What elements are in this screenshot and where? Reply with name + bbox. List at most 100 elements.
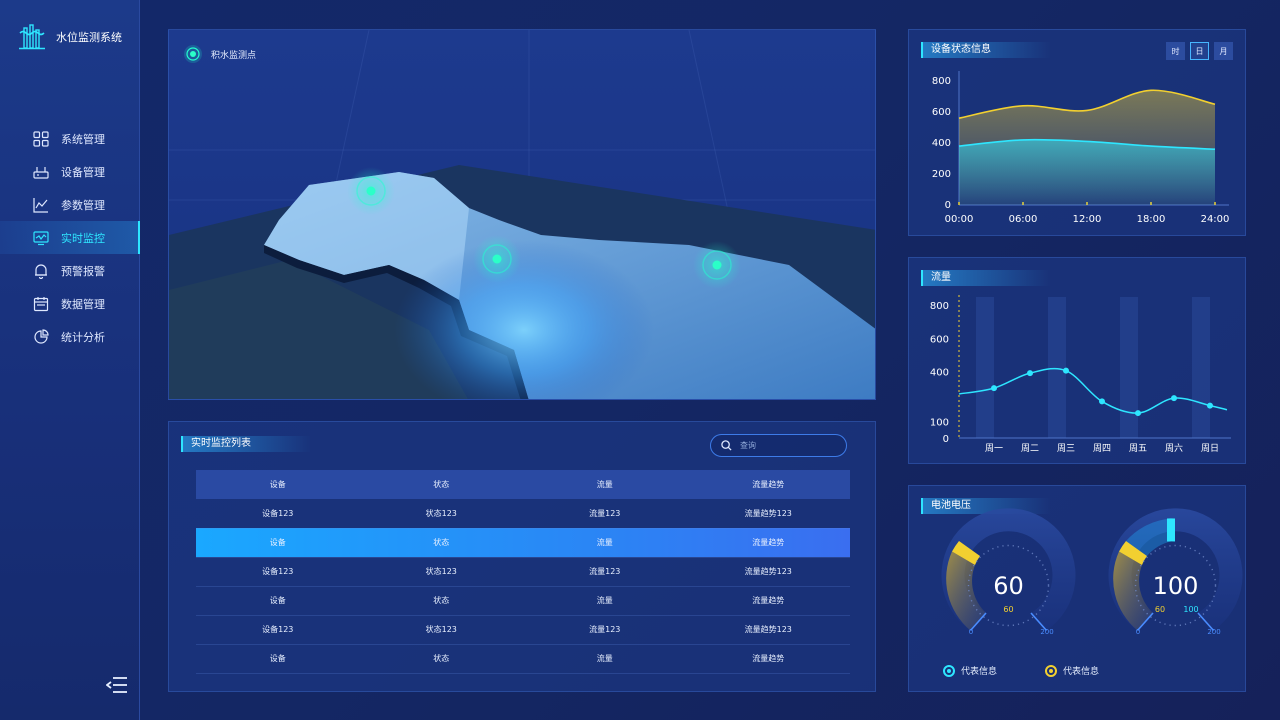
- table-cell: 流量: [596, 596, 613, 605]
- table-cell: 流量123: [589, 625, 621, 634]
- flow-point[interactable]: [1099, 398, 1105, 405]
- monitor-point-2[interactable]: [473, 235, 521, 283]
- pie-icon: [34, 328, 49, 344]
- table-row[interactable]: 设备 状态 流量 流量趋势: [196, 644, 850, 673]
- sidebar-item-monitor[interactable]: 实时监控: [0, 221, 140, 254]
- monitor-table: 设备 状态 流量 流量趋势 设备123 状态123 流量123 流量趋势123 …: [196, 470, 850, 674]
- column-header[interactable]: 状态: [360, 470, 524, 499]
- collapse-menu-icon[interactable]: [106, 676, 128, 694]
- gauge-sub-value: 60: [1155, 605, 1165, 614]
- table-cell: 流量趋势123: [744, 625, 792, 634]
- series-area-1: [959, 139, 1215, 205]
- flow-point[interactable]: [1063, 367, 1069, 374]
- sidebar-item-label: 数据管理: [61, 297, 105, 311]
- table-cell: 流量趋势123: [744, 508, 792, 518]
- monitor-point-1[interactable]: [347, 167, 395, 215]
- column-header[interactable]: 流量: [523, 470, 687, 499]
- x-tick-label: 周三: [1057, 443, 1075, 454]
- table-row[interactable]: 设备123 状态123 流量123 流量趋势123: [196, 557, 850, 586]
- x-tick-label: 06:00: [1009, 214, 1038, 225]
- table-cell: 状态: [433, 538, 450, 547]
- table-cell: 状态: [433, 596, 450, 605]
- table-cell: 设备: [269, 538, 286, 547]
- column-header[interactable]: 流量趋势: [687, 470, 851, 499]
- sidebar-item-params[interactable]: 参数管理: [0, 188, 140, 221]
- flow-point[interactable]: [1027, 370, 1033, 377]
- column-header[interactable]: 设备: [196, 470, 360, 499]
- y-tick-label: 600: [930, 334, 949, 345]
- flow-point[interactable]: [1135, 410, 1141, 417]
- flow-panel: 流量 0 100 400 600 800 周一 周二 周三 周四 周五 周六 周日: [908, 257, 1246, 464]
- battery-gauges: 60 60 0 200 100 60 100 0 200: [941, 508, 1243, 636]
- search-placeholder: 查询: [740, 441, 756, 450]
- gauge-sub-value-2: 100: [1183, 605, 1198, 614]
- cyan-dot-icon: [943, 664, 955, 677]
- monitor-list-panel: 实时监控列表 查询 设备 状态 流量 流量趋势 设备123 状态123 流量12…: [168, 421, 876, 692]
- legend-label: 代表信息: [961, 667, 998, 677]
- y-tick-label: 400: [932, 138, 951, 149]
- monitor-point-3[interactable]: [693, 241, 741, 289]
- water-level-logo-icon: [19, 24, 45, 50]
- gauge-max: 200: [1207, 628, 1220, 636]
- table-cell: 流量趋势: [752, 654, 785, 663]
- table-cell: 流量趋势: [752, 538, 785, 547]
- 3d-map[interactable]: [169, 30, 876, 400]
- table-cell: 流量123: [589, 508, 621, 518]
- voltage-gauge-2: 100 60 100 0 200: [1108, 508, 1243, 636]
- y-tick-label: 800: [932, 76, 951, 87]
- table-row[interactable]: 设备123 状态123 流量123 流量趋势123: [196, 499, 850, 528]
- gauge-value: 60: [993, 572, 1024, 600]
- table-cell: 流量趋势123: [744, 567, 792, 576]
- y-tick-label: 0: [943, 434, 949, 445]
- table-row-selected[interactable]: 设备 状态 流量 流量趋势: [196, 528, 850, 557]
- sidebar-item-device[interactable]: 设备管理: [0, 155, 140, 188]
- sidebar-nav: 系统管理 设备管理 参数管理 实时监控 预警报警 数据管理 统计分析: [0, 122, 140, 353]
- sidebar-item-system[interactable]: 系统管理: [0, 122, 140, 155]
- device-status-panel: 设备状态信息 时 日 月 0 200 400 600 800 00:00 06:00 12:0…: [908, 29, 1246, 236]
- battery-legend-item-2: 代表信息: [1045, 664, 1099, 677]
- table-row[interactable]: 设备 状态 流量 流量趋势: [196, 586, 850, 615]
- table-cell: 设备123: [262, 508, 294, 518]
- column-band: [976, 297, 994, 438]
- x-tick-label: 周四: [1093, 443, 1111, 454]
- gauge-min: 0: [1136, 628, 1140, 636]
- grid-icon: [33, 130, 49, 147]
- table-cell: 状态123: [425, 567, 457, 576]
- sidebar-item-label: 设备管理: [61, 165, 105, 179]
- app-logo: 水位监测系统: [18, 24, 122, 50]
- flow-line: [958, 367, 1228, 414]
- sidebar-item-label: 预警报警: [61, 264, 105, 278]
- y-tick-label: 800: [930, 301, 949, 312]
- legend-label: 代表信息: [1063, 667, 1100, 677]
- column-band: [1120, 297, 1138, 438]
- voltage-gauge-1: 60 60 0 200: [941, 508, 1076, 636]
- column-band: [1048, 297, 1066, 438]
- flow-point[interactable]: [991, 385, 997, 392]
- y-tick-label: 100: [930, 417, 949, 428]
- table-cell: 流量123: [589, 567, 621, 576]
- map-legend-label: 积水监测点: [211, 50, 257, 61]
- table-cell: 设备: [269, 596, 286, 605]
- y-tick-label: 600: [932, 107, 951, 118]
- flow-point[interactable]: [1207, 402, 1213, 409]
- gauge-value: 100: [1153, 572, 1199, 600]
- x-tick-label: 周二: [1021, 443, 1039, 454]
- sidebar: 水位监测系统 系统管理 设备管理 参数管理 实时监控 预警报警 数据管理 统计分…: [0, 0, 140, 720]
- search-input[interactable]: 查询: [710, 434, 847, 457]
- table-cell: 状态123: [425, 625, 457, 634]
- table-cell: 设备: [269, 654, 286, 663]
- x-tick-label: 周日: [1201, 443, 1219, 454]
- table-row[interactable]: 设备123 状态123 流量123 流量趋势123: [196, 615, 850, 644]
- y-tick-label: 0: [945, 200, 951, 211]
- sidebar-item-stats[interactable]: 统计分析: [0, 320, 140, 353]
- gauge-max: 200: [1040, 628, 1053, 636]
- calendar-icon: [33, 296, 49, 311]
- map-panel: 积水监测点: [168, 29, 876, 400]
- x-tick-label: 00:00: [945, 214, 974, 225]
- x-tick-label: 18:00: [1137, 214, 1166, 225]
- x-tick-label: 周五: [1129, 443, 1147, 454]
- flow-point[interactable]: [1171, 395, 1177, 402]
- y-tick-label: 200: [932, 169, 951, 180]
- sidebar-item-alarm[interactable]: 预警报警: [0, 254, 140, 287]
- sidebar-item-data[interactable]: 数据管理: [0, 287, 140, 320]
